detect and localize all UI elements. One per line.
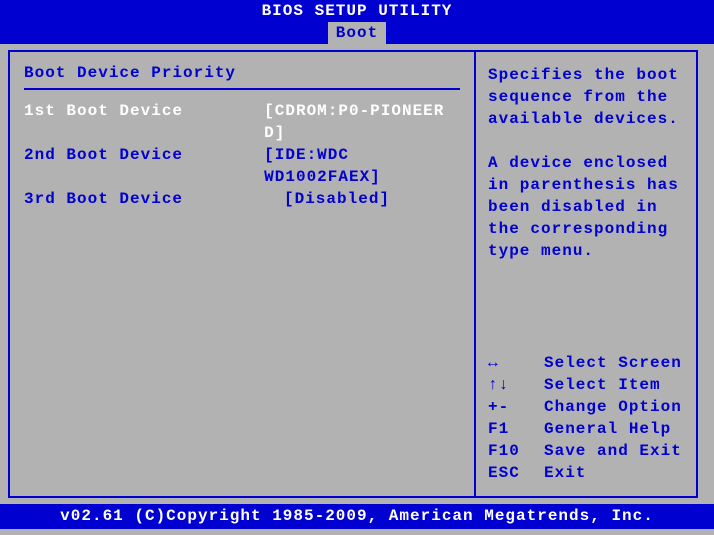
title-bar: BIOS SETUP UTILITY (0, 0, 714, 22)
key-desc: Save and Exit (544, 440, 682, 462)
key-row: F10 Save and Exit (488, 440, 684, 462)
left-panel: Boot Device Priority 1st Boot Device [CD… (8, 50, 474, 498)
footer-text: v02.61 (C)Copyright 1985-2009, American … (60, 507, 654, 525)
boot-device-label: 2nd Boot Device (24, 144, 264, 188)
right-panel: Specifies the boot sequence from the ava… (474, 50, 698, 498)
section-title: Boot Device Priority (24, 64, 460, 82)
key-name: ↑↓ (488, 374, 544, 396)
boot-device-row-1[interactable]: 1st Boot Device [CDROM:P0-PIONEER D] (24, 100, 460, 144)
main-area: Boot Device Priority 1st Boot Device [CD… (0, 44, 714, 504)
key-desc: Change Option (544, 396, 682, 418)
key-name: +- (488, 396, 544, 418)
key-legend: ↔ Select Screen ↑↓ Select Item +- Change… (488, 352, 684, 484)
key-row: +- Change Option (488, 396, 684, 418)
boot-device-value: [CDROM:P0-PIONEER D] (264, 100, 460, 144)
key-row: F1 General Help (488, 418, 684, 440)
key-desc: Select Screen (544, 352, 682, 374)
boot-device-row-3[interactable]: 3rd Boot Device [Disabled] (24, 188, 460, 210)
boot-device-row-2[interactable]: 2nd Boot Device [IDE:WDC WD1002FAEX] (24, 144, 460, 188)
key-row: ↔ Select Screen (488, 352, 684, 374)
key-name: F1 (488, 418, 544, 440)
boot-device-label: 3rd Boot Device (24, 188, 284, 210)
boot-device-value: [IDE:WDC WD1002FAEX] (264, 144, 460, 188)
key-desc: Exit (544, 462, 586, 484)
boot-device-label: 1st Boot Device (24, 100, 264, 144)
tab-row: Boot (0, 22, 714, 44)
app-title: BIOS SETUP UTILITY (262, 2, 453, 20)
key-name: ESC (488, 462, 544, 484)
spacer (488, 262, 684, 352)
bios-screen: BIOS SETUP UTILITY Boot Boot Device Prio… (0, 0, 714, 535)
key-desc: General Help (544, 418, 671, 440)
key-name: F10 (488, 440, 544, 462)
help-text: Specifies the boot sequence from the ava… (488, 64, 684, 262)
help-paragraph-1: Specifies the boot sequence from the ava… (488, 64, 684, 130)
divider (24, 88, 460, 90)
help-blank (488, 130, 684, 152)
key-desc: Select Item (544, 374, 661, 396)
tab-boot[interactable]: Boot (328, 22, 386, 44)
key-name: ↔ (488, 352, 544, 374)
footer-bar: v02.61 (C)Copyright 1985-2009, American … (0, 504, 714, 529)
key-row: ↑↓ Select Item (488, 374, 684, 396)
key-row: ESC Exit (488, 462, 684, 484)
help-paragraph-2: A device enclosed in parenthesis has bee… (488, 152, 684, 262)
boot-device-value: [Disabled] (284, 188, 390, 210)
